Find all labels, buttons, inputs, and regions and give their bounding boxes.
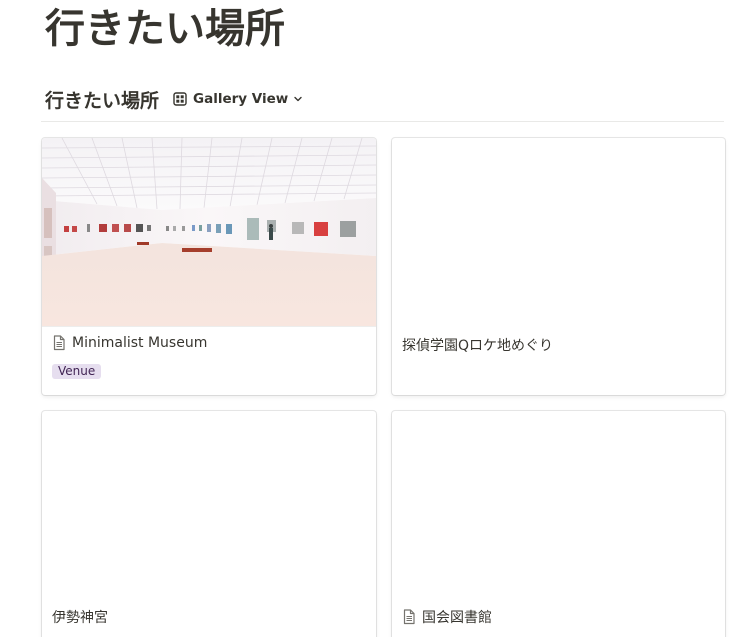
page-title[interactable]: 行きたい場所 [45, 4, 285, 54]
database-title[interactable]: 行きたい場所 [45, 86, 159, 113]
card-title: Minimalist Museum [52, 335, 207, 351]
page-icon [402, 609, 416, 625]
card-title-text: 探偵学園Qロケ地めぐり [402, 338, 554, 354]
database-header: 行きたい場所 Gallery View [45, 84, 306, 114]
card-title-text: 伊勢神宮 [52, 610, 108, 626]
card-title: 探偵学園Qロケ地めぐり [402, 335, 553, 355]
gallery-card[interactable]: 国会図書館 [392, 411, 725, 637]
view-label: Gallery View [193, 91, 289, 107]
card-tag: Venue [52, 364, 102, 379]
card-title: 伊勢神宮 [52, 607, 108, 627]
card-title-text: Minimalist Museum [72, 335, 208, 351]
notion-page: 行きたい場所 行きたい場所 Gallery View Minimalist Mu… [0, 0, 747, 637]
card-title: 国会図書館 [402, 607, 492, 627]
gallery-grid-icon [173, 92, 187, 106]
card-title-text: 国会図書館 [422, 610, 492, 626]
card-cover-image [42, 138, 376, 327]
gallery-card[interactable]: 探偵学園Qロケ地めぐり [392, 138, 725, 395]
page-icon [52, 335, 66, 351]
chevron-down-icon [293, 94, 303, 104]
gallery-card[interactable]: Minimalist Museum Venue [42, 138, 376, 395]
gallery-card[interactable]: 伊勢神宮 [42, 411, 376, 637]
header-divider [41, 121, 724, 122]
view-switcher-button[interactable]: Gallery View [170, 87, 306, 111]
